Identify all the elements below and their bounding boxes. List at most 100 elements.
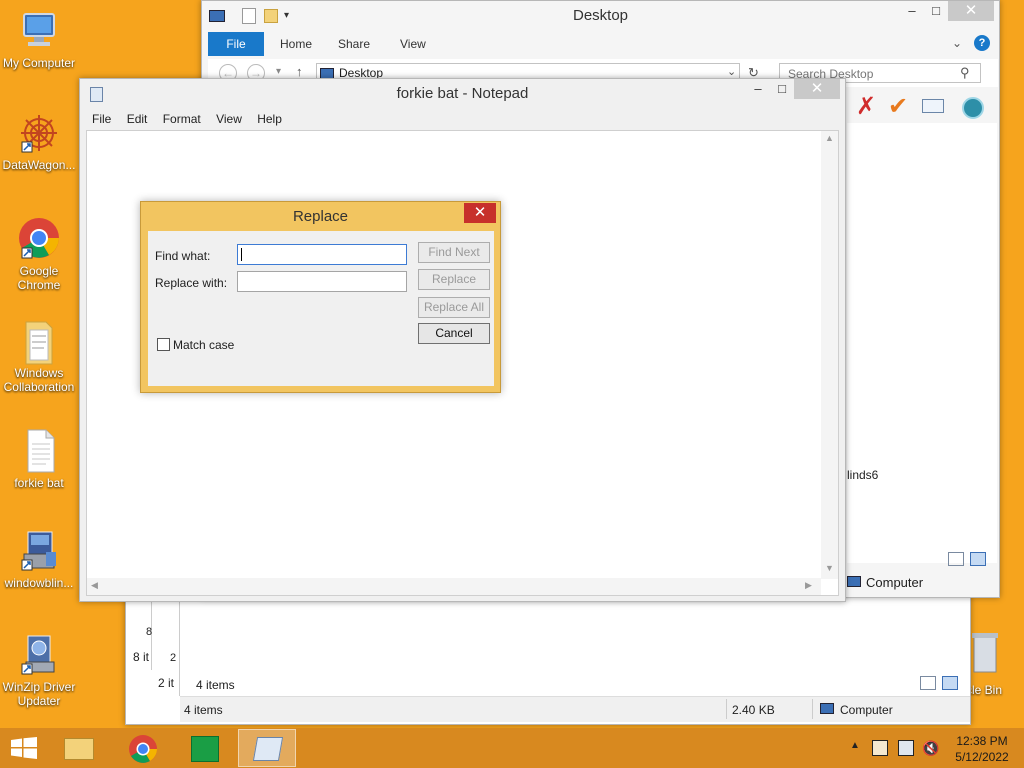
desktop-icon-label: Updater — [17, 694, 61, 708]
window-title: forkie bat - Notepad — [396, 85, 529, 102]
desktop-icon-forkie-bat[interactable]: forkie bat — [0, 428, 78, 490]
taskbar-file-explorer[interactable] — [50, 729, 108, 767]
globe-icon[interactable] — [962, 97, 984, 119]
clock-time[interactable]: 12:38 PM — [954, 734, 1010, 748]
desktop-icon-winzip-driver-updater[interactable]: WinZip Driver Updater — [0, 632, 78, 708]
menu-bar: File Edit Format View Help — [86, 109, 840, 129]
checkmark-icon[interactable]: ✔ — [888, 93, 908, 121]
find-next-button[interactable]: Find Next — [418, 242, 490, 263]
horizontal-scrollbar[interactable]: ◀ ▶ — [87, 578, 821, 595]
chrome-icon — [16, 216, 62, 262]
volume-muted-icon[interactable]: 🔇 — [922, 740, 939, 757]
start-button[interactable] — [0, 728, 48, 768]
scroll-down-icon[interactable]: ▼ — [825, 563, 834, 573]
search-icon[interactable]: ⚲ — [960, 65, 970, 81]
status-location: Computer — [840, 703, 893, 717]
tab-view[interactable]: View — [388, 32, 438, 56]
computer-icon — [847, 576, 861, 587]
desktop-icon-label: DataWagon... — [2, 158, 76, 172]
desktop-icon-datawagon[interactable]: DataWagon... — [0, 110, 78, 172]
large-icons-view-icon[interactable] — [970, 552, 986, 566]
folder-icon — [16, 318, 62, 365]
file-list[interactable]: linds6 — [847, 123, 997, 566]
desktop-icon-label: Collaboration — [3, 380, 75, 394]
chevron-down-icon[interactable]: ⌄ — [727, 65, 736, 78]
rename-icon[interactable] — [922, 99, 944, 113]
up-arrow-icon[interactable]: ↑ — [296, 64, 303, 79]
taskbar: ▲ 🔇 12:38 PM 5/12/2022 — [0, 728, 1024, 768]
tab-file[interactable]: File — [208, 32, 264, 56]
notepad-titlebar[interactable]: forkie bat - Notepad – □ ✕ — [80, 79, 845, 109]
close-button[interactable]: ✕ — [794, 79, 840, 99]
recycle-bin-icon — [970, 630, 1000, 674]
replace-dialog[interactable]: Replace ✕ Find what: Replace with: Find … — [140, 201, 501, 393]
details-view-icon[interactable] — [920, 676, 936, 690]
tab-share[interactable]: Share — [326, 32, 382, 56]
desktop-icon-windowblinds[interactable]: windowblin... — [0, 528, 78, 590]
desktop-icon-windows-collaboration[interactable]: Windows Collaboration — [0, 318, 78, 394]
taskbar-store[interactable] — [176, 729, 234, 767]
stacked-window-stub[interactable]: 8 8 it — [128, 596, 152, 670]
ribbon-tabs: File Home Share View ⌄ ? — [208, 32, 998, 56]
replace-with-input[interactable] — [237, 271, 407, 292]
text-cursor — [241, 248, 242, 261]
computer-icon — [16, 8, 62, 54]
chevron-down-icon[interactable]: ▾ — [276, 66, 281, 77]
network-icon[interactable] — [898, 740, 914, 756]
status-divider — [812, 699, 813, 719]
explorer-titlebar[interactable]: ▾ Desktop – □ ✕ — [202, 1, 999, 31]
scroll-up-icon[interactable]: ▲ — [825, 133, 834, 143]
match-case-label[interactable]: Match case — [173, 338, 234, 352]
desktop-icon-my-computer[interactable]: My Computer — [0, 8, 78, 70]
chevron-down-icon[interactable]: ⌄ — [952, 36, 962, 50]
clock-date[interactable]: 5/12/2022 — [954, 750, 1010, 764]
menu-view[interactable]: View — [210, 109, 248, 129]
desktop-icon-label: Chrome — [17, 278, 61, 292]
menu-help[interactable]: Help — [251, 109, 288, 129]
maximize-button[interactable]: □ — [768, 79, 796, 101]
tab-home[interactable]: Home — [268, 32, 324, 56]
notepad-app-icon — [90, 87, 103, 102]
taskbar-chrome[interactable] — [114, 729, 172, 767]
new-folder-quick-icon[interactable] — [264, 9, 278, 23]
replace-button[interactable]: Replace — [418, 269, 490, 290]
file-item-label[interactable]: linds6 — [847, 468, 878, 482]
menu-format[interactable]: Format — [157, 109, 207, 129]
help-icon[interactable]: ? — [974, 35, 990, 51]
close-icon: ✕ — [810, 80, 824, 97]
vertical-scrollbar[interactable]: ▲ ▼ — [821, 131, 838, 579]
desktop-icon-label: My Computer — [2, 56, 76, 70]
replace-all-button[interactable]: Replace All — [418, 297, 490, 318]
find-what-input[interactable] — [237, 244, 407, 265]
properties-quick-icon[interactable] — [242, 8, 256, 24]
details-view-icon[interactable] — [948, 552, 964, 566]
taskbar-notepad[interactable] — [238, 729, 296, 767]
show-hidden-icons-icon[interactable]: ▲ — [850, 740, 860, 751]
large-icons-view-icon[interactable] — [942, 676, 958, 690]
desktop-icon-label: forkie bat — [14, 476, 64, 490]
dialog-title: Replace — [292, 208, 349, 225]
maximize-button[interactable]: □ — [922, 1, 950, 23]
winzip-icon — [16, 632, 62, 678]
scroll-right-icon[interactable]: ▶ — [805, 580, 812, 591]
replace-titlebar[interactable]: Replace ✕ — [141, 202, 500, 230]
notepad-icon — [252, 737, 284, 761]
close-button[interactable]: ✕ — [464, 203, 496, 223]
desktop-icon-recycle-bin[interactable]: cle Bin — [962, 630, 1024, 700]
scroll-left-icon[interactable]: ◀ — [91, 580, 98, 591]
action-center-icon[interactable] — [872, 740, 888, 756]
menu-file[interactable]: File — [86, 109, 117, 129]
desktop-icon-label: Google — [19, 264, 59, 278]
match-case-checkbox[interactable] — [157, 338, 170, 351]
status-bar: Computer — [847, 571, 997, 595]
close-button[interactable]: ✕ — [948, 1, 994, 21]
menu-edit[interactable]: Edit — [121, 109, 154, 129]
explorer-window-back[interactable]: 8 8 it 2 2 it 4 items 4 items 2.40 KB Co… — [125, 595, 971, 725]
cancel-button[interactable]: Cancel — [418, 323, 490, 344]
stub-status: 8 it — [133, 650, 150, 664]
delete-icon[interactable]: ✗ — [856, 93, 876, 121]
desktop-icon-google-chrome[interactable]: Google Chrome — [0, 216, 78, 292]
desktop-icon-label: windowblin... — [4, 576, 74, 590]
stacked-window-stub[interactable]: 2 2 it — [152, 596, 180, 696]
chevron-down-icon[interactable]: ▾ — [284, 1, 289, 31]
